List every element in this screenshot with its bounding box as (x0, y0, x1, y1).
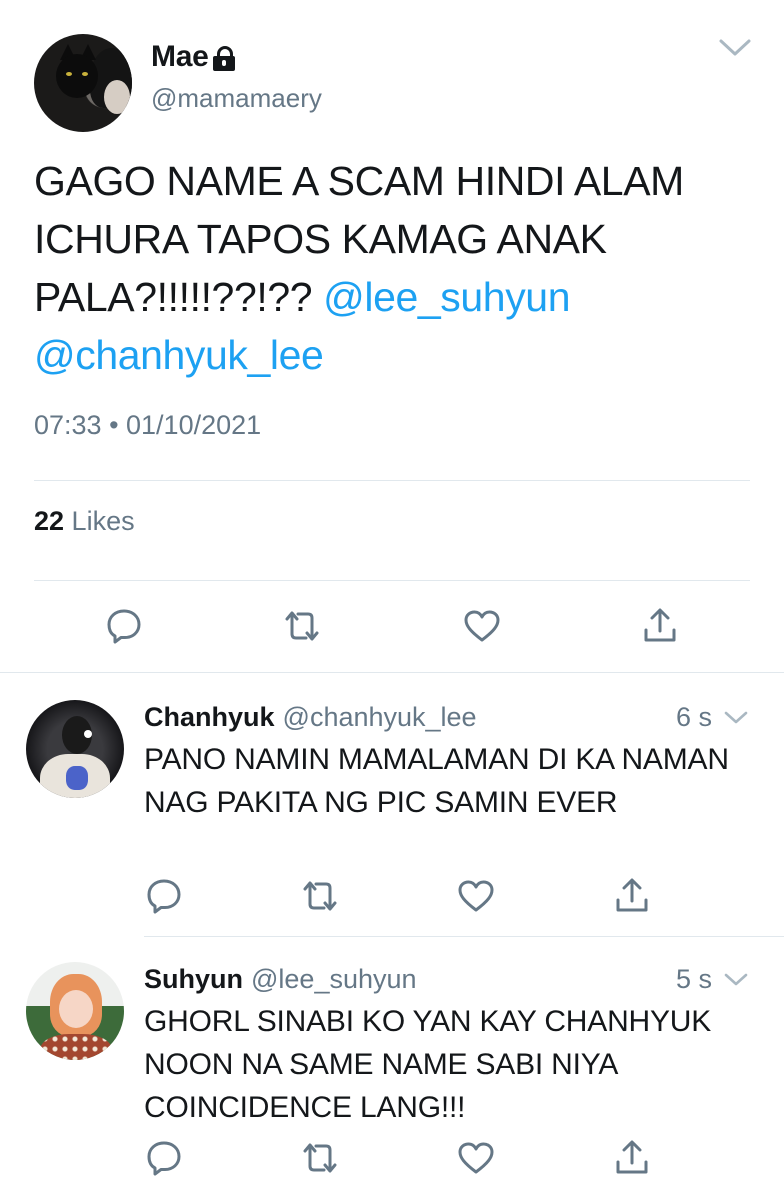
author-avatar[interactable] (34, 34, 132, 132)
reply-time: 6 s (676, 702, 713, 732)
retweet-icon[interactable] (300, 1138, 340, 1178)
reply-author-name[interactable]: Chanhyuk (144, 702, 275, 733)
divider (34, 480, 750, 481)
heart-icon[interactable] (456, 1138, 496, 1178)
heart-icon[interactable] (456, 876, 496, 916)
tweet-timestamp: 07:33 • 01/10/2021 (34, 410, 262, 440)
author-name[interactable]: Mae (151, 40, 209, 74)
reply-author-name[interactable]: Suhyun (144, 964, 243, 995)
heart-icon[interactable] (462, 606, 502, 646)
likes-label: Likes (64, 506, 135, 536)
mention-link[interactable]: @lee_suhyun (323, 274, 570, 320)
reply-author-handle[interactable]: @lee_suhyun (251, 964, 417, 995)
reply-header: Chanhyuk @chanhyuk_lee (144, 702, 477, 733)
tweet-text: GAGO NAME A SCAM HINDI ALAM ICHURA TAPOS… (34, 152, 754, 384)
reply-icon[interactable] (144, 876, 184, 916)
author-handle[interactable]: @mamamaery (151, 83, 322, 114)
reply-header: Suhyun @lee_suhyun (144, 964, 417, 995)
avatar[interactable] (26, 700, 124, 798)
chevron-down-icon[interactable] (723, 710, 749, 726)
divider (0, 672, 784, 673)
chevron-down-icon[interactable] (723, 972, 749, 988)
author-name-row[interactable]: Mae (151, 40, 236, 74)
chevron-down-icon[interactable] (718, 38, 752, 58)
retweet-icon[interactable] (300, 876, 340, 916)
reply-text: GHORL SINABI KO YAN KAY CHANHYUK NOON NA… (144, 1005, 712, 1124)
likes-count: 22 (34, 506, 65, 536)
lock-icon (213, 45, 236, 71)
reply-time: 5 s (676, 964, 713, 994)
likes-stat[interactable]: 22 Likes (34, 506, 135, 537)
divider (144, 936, 784, 937)
mention-link[interactable]: @chanhyuk_lee (34, 332, 324, 378)
reply-icon[interactable] (104, 606, 144, 646)
reply-author-handle[interactable]: @chanhyuk_lee (283, 702, 477, 733)
retweet-icon[interactable] (282, 606, 322, 646)
share-icon[interactable] (640, 606, 680, 646)
reply-icon[interactable] (144, 1138, 184, 1178)
share-icon[interactable] (612, 1138, 652, 1178)
avatar[interactable] (26, 962, 124, 1060)
reply-text: PANO NAMIN MAMALAMAN DI KA NAMAN NAG PAK… (144, 743, 729, 819)
divider (34, 580, 750, 581)
share-icon[interactable] (612, 876, 652, 916)
